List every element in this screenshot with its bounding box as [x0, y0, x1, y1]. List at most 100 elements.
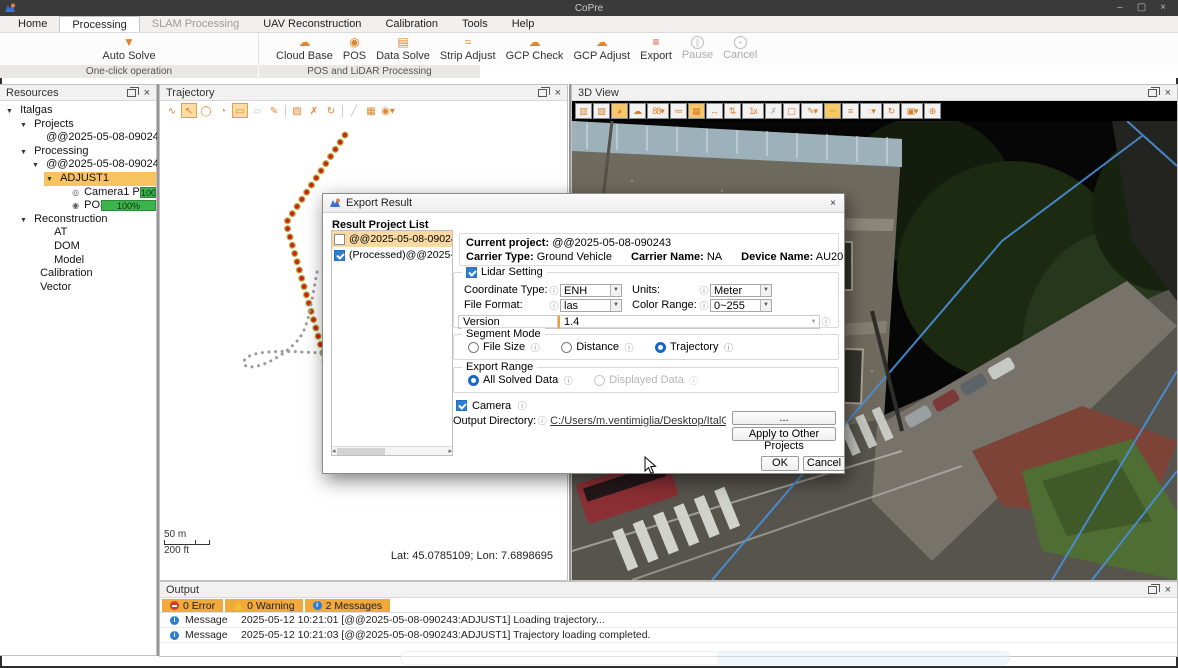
tree-item[interactable]: ▼ AT	[0, 226, 156, 240]
rect-select-tool[interactable]: ▭	[232, 103, 248, 118]
ribbon-tab[interactable]: Calibration	[373, 16, 450, 32]
ribbon-tab[interactable]: Tools	[450, 16, 500, 32]
scroll-left-icon[interactable]: ◂	[332, 447, 336, 455]
cancel-button[interactable]: Cancel	[803, 456, 845, 471]
close-panel-icon[interactable]: ×	[1165, 585, 1171, 595]
translate-tool[interactable]: ↔	[706, 103, 723, 119]
trajectory-line-tool[interactable]: ∿	[164, 103, 180, 118]
browse-button[interactable]: ...	[732, 411, 836, 425]
intensity-render-tool[interactable]: ▧	[593, 103, 610, 119]
tree-item[interactable]: ▼ Projects	[0, 118, 156, 132]
time-select-tool[interactable]: ◔	[215, 103, 231, 118]
rotate-view-tool[interactable]: ↻	[883, 103, 900, 119]
tree-expander-icon[interactable]: ▼	[6, 105, 15, 119]
minimize-button[interactable]: –	[1117, 1, 1123, 15]
output-filter-tab[interactable]: 2 Messages	[305, 599, 391, 612]
scroll-right-icon[interactable]: ▸	[448, 447, 452, 455]
radio-button[interactable]	[468, 375, 479, 386]
locate-tool[interactable]: ⊕	[924, 103, 941, 119]
cloud-display-tool[interactable]: ☁	[629, 103, 646, 119]
ribbon-button[interactable]: ◉ POS	[338, 33, 371, 65]
classification-tool[interactable]: ▦	[688, 103, 705, 119]
tree-item[interactable]: ▼ ◎ Camera1 POS 100%	[0, 186, 156, 200]
ribbon-tab[interactable]: UAV Reconstruction	[251, 16, 373, 32]
segment-mode-option[interactable]: Distance	[561, 341, 635, 354]
divider[interactable]	[285, 105, 286, 117]
ribbon-button[interactable]: ▼ Auto Solve	[97, 33, 160, 65]
tree-item[interactable]: ▼ ◉ POS 100%	[0, 199, 156, 213]
visibility-eye-icon[interactable]: ◉	[72, 201, 79, 210]
ribbon-tab[interactable]: Home	[6, 16, 59, 32]
segment-mode-option[interactable]: Trajectory	[655, 341, 735, 354]
refresh-tool[interactable]: ↻	[323, 103, 339, 118]
measure-menu-tool[interactable]: ✎▾	[801, 103, 823, 119]
view-cube-tool[interactable]: ▣▾	[901, 103, 923, 119]
elevation-scale-tool[interactable]: ⇅	[724, 103, 741, 119]
coordinate-type-select[interactable]: ENH ▼	[560, 284, 622, 297]
polygon-select-tool[interactable]: ▱	[249, 103, 265, 118]
visibility-options-tool[interactable]: ◉▾	[380, 103, 396, 118]
ribbon-button[interactable]: ☁ Cloud Base	[271, 33, 338, 65]
ribbon-button[interactable]: ▤ Data Solve	[371, 33, 435, 65]
tree-item[interactable]: ▼ DOM	[0, 240, 156, 254]
color-range-select[interactable]: 0~255 ▼	[710, 299, 772, 312]
tree-item[interactable]: ▼ Vector	[0, 281, 156, 295]
tree-item[interactable]: ▼ ADJUST1	[0, 172, 156, 186]
ribbon-button[interactable]: ≈ Strip Adjust	[435, 33, 501, 65]
point-size-tool[interactable]: 88▾	[647, 103, 669, 119]
camera-checkbox[interactable]	[456, 400, 467, 411]
draw-tool[interactable]: ✎	[266, 103, 282, 118]
close-button[interactable]: ×	[1160, 1, 1166, 15]
segment-mode-option[interactable]: File Size	[468, 341, 541, 354]
radio-button[interactable]	[594, 375, 605, 386]
tree-expander-icon[interactable]: ▼	[46, 173, 55, 187]
ribbon-button[interactable]: ▪ Cancel	[718, 33, 762, 65]
horizontal-scrollbar[interactable]: ◂ ▸	[332, 446, 452, 455]
project-list-item[interactable]: (Processed)@@2025-05-0	[332, 247, 452, 263]
units-select[interactable]: Meter ▼	[710, 284, 772, 297]
project-list-item[interactable]: @@2025-05-08-090243	[332, 231, 452, 247]
filter-tool[interactable]: ≔	[670, 103, 687, 119]
output-message-row[interactable]: Message 2025-05-12 10:21:03 [@@2025-05-0…	[160, 628, 1177, 643]
float-panel-icon[interactable]	[1148, 586, 1157, 594]
ribbon-tab[interactable]: SLAM Processing	[140, 16, 251, 32]
close-panel-icon[interactable]: ×	[1165, 88, 1171, 98]
tree-expander-icon[interactable]: ▼	[20, 214, 29, 228]
knife-tool[interactable]: ╱	[346, 103, 362, 118]
dialog-title-bar[interactable]: Export Result ×	[323, 194, 844, 213]
tree-expander-icon[interactable]: ▼	[20, 146, 29, 160]
ok-button[interactable]: OK	[761, 456, 799, 471]
dialog-close-icon[interactable]: ×	[830, 198, 838, 209]
ribbon-tab[interactable]: Processing	[59, 16, 139, 32]
ribbon-button[interactable]: ☁ GCP Adjust	[568, 33, 635, 65]
scale-reset-tool[interactable]: 1x	[742, 103, 764, 119]
select-tool[interactable]: ↖	[181, 103, 197, 118]
lasso-select-tool[interactable]: ◯	[198, 103, 214, 118]
file-format-select[interactable]: las ▼	[560, 299, 622, 312]
tree-item[interactable]: ▼ Model	[0, 254, 156, 268]
height-render-tool[interactable]: ▥	[575, 103, 592, 119]
float-panel-icon[interactable]	[1148, 89, 1157, 97]
export-range-option[interactable]: Displayed Data	[594, 374, 700, 387]
version-select[interactable]: 1.4 ▼	[558, 315, 820, 329]
output-directory-path[interactable]: C:/Users/m.ventimiglia/Desktop/ItalGas/I…	[550, 415, 726, 427]
select-points-tool[interactable]: ◌▾	[860, 103, 882, 119]
rgb-render-tool[interactable]: ◕	[611, 103, 628, 119]
visibility-eye-icon[interactable]: ◎	[72, 188, 79, 197]
export-range-option[interactable]: All Solved Data	[468, 374, 574, 387]
profile-tool[interactable]: ≡	[842, 103, 859, 119]
tree-item[interactable]: ▼ Processing	[0, 145, 156, 159]
ribbon-button[interactable]: ∥ Pause	[677, 33, 718, 65]
tree-item[interactable]: ▼ Calibration	[0, 267, 156, 281]
apply-to-other-projects-button[interactable]: Apply to Other Projects	[732, 427, 836, 441]
divider[interactable]	[342, 105, 343, 117]
close-panel-icon[interactable]: ×	[144, 88, 150, 98]
output-filter-tab[interactable]: 0 Error	[162, 599, 223, 612]
section-line-tool[interactable]: ╌	[824, 103, 841, 119]
radio-button[interactable]	[655, 342, 666, 353]
radio-button[interactable]	[561, 342, 572, 353]
tree-expander-icon[interactable]: ▼	[20, 119, 29, 133]
float-panel-icon[interactable]	[127, 89, 136, 97]
project-checkbox[interactable]	[334, 234, 345, 245]
close-panel-icon[interactable]: ×	[555, 88, 561, 98]
